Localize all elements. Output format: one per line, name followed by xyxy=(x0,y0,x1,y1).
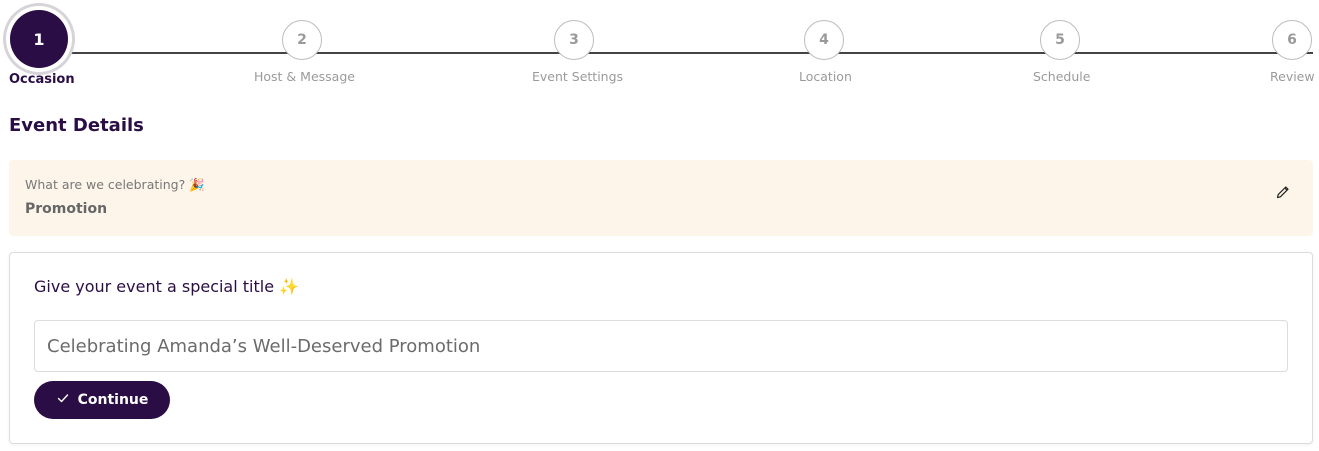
step-label: Location xyxy=(799,69,852,84)
step-number: 2 xyxy=(282,20,322,60)
occasion-summary-card: What are we celebrating? 🎉 Promotion xyxy=(9,160,1313,236)
step-label: Host & Message xyxy=(254,69,355,84)
step-number: 4 xyxy=(804,20,844,60)
continue-button[interactable]: Continue xyxy=(34,381,170,419)
step-number: 6 xyxy=(1272,20,1312,60)
step-number: 3 xyxy=(554,20,594,60)
step-label: Review xyxy=(1270,69,1315,84)
event-title-input[interactable] xyxy=(34,320,1288,372)
step-label: Event Settings xyxy=(532,69,624,84)
occasion-question: What are we celebrating? 🎉 xyxy=(25,177,205,192)
step-label: Schedule xyxy=(1033,69,1091,84)
section-title: Event Details xyxy=(9,115,144,136)
step-number: 5 xyxy=(1040,20,1080,60)
step-number: 1 xyxy=(10,10,68,68)
stepper-track xyxy=(20,52,1313,54)
event-title-card: Give your event a special title ✨ Contin… xyxy=(9,252,1313,444)
occasion-value: Promotion xyxy=(25,201,108,217)
continue-label: Continue xyxy=(77,392,149,408)
check-icon xyxy=(56,391,70,409)
progress-stepper: 1 Occasion 2 Host & Message 3 Event Sett… xyxy=(0,0,1319,100)
step-label: Occasion xyxy=(9,72,75,87)
pencil-icon[interactable] xyxy=(1275,184,1291,200)
event-title-prompt: Give your event a special title ✨ xyxy=(34,277,300,296)
